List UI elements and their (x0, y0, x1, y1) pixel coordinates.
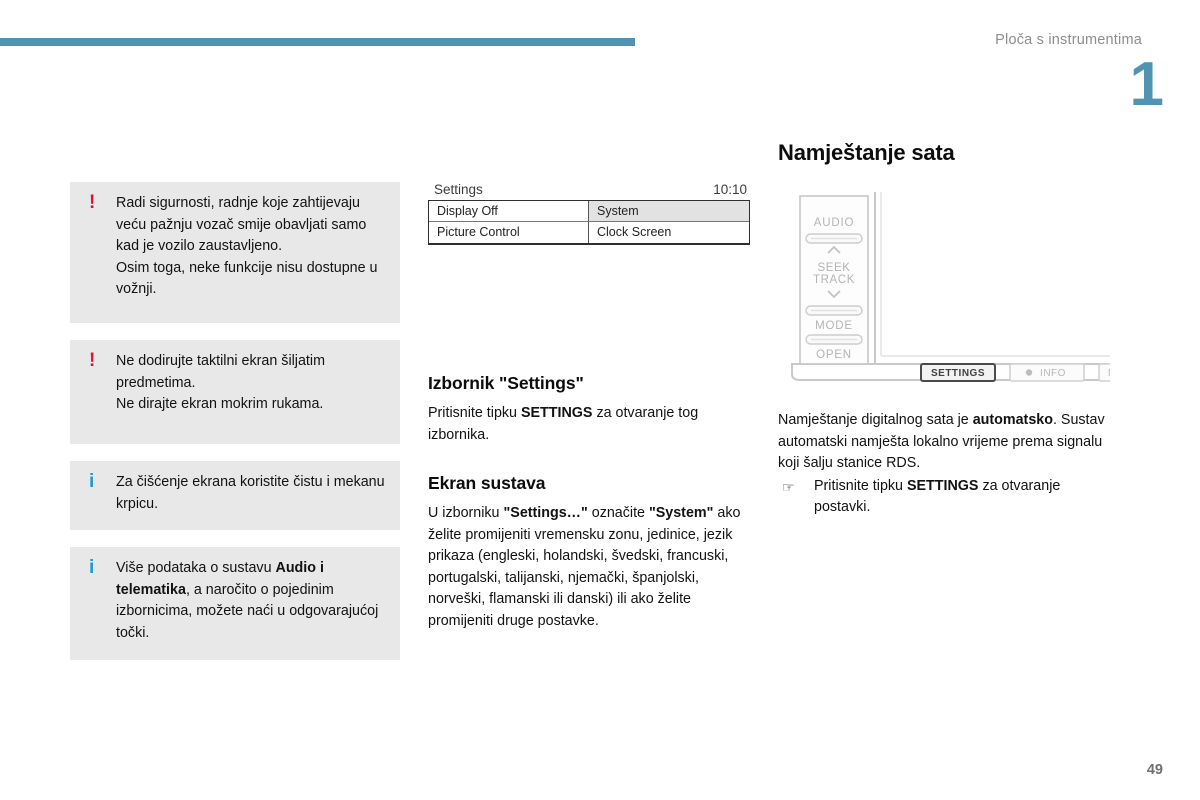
callout-line-2: Osim toga, neke funkcije nisu dostupne u… (116, 259, 378, 298)
settings-screen-grid: Display Off System Picture Control Clock… (428, 200, 750, 245)
settings-cell-clock-screen[interactable]: Clock Screen (589, 222, 749, 243)
body-text-pre: Namještanje digitalnog sata je (778, 412, 973, 428)
body-text-post: ako želite promijeniti vremensku zonu, j… (428, 505, 741, 629)
callout-text: Više podataka o sustavu Audio i telemati… (116, 558, 386, 644)
right-column: Namještanje sata AUDIO SEEK TRACK MODE O… (778, 140, 1110, 519)
bullet-text-pre: Pritisnite tipku (814, 477, 907, 494)
body-text-emphasis: automatsko (972, 412, 1053, 428)
settings-screen-figure: Settings 10:10 Display Off System Pictur… (428, 182, 750, 245)
section-body: U izborniku "Settings…" označite "System… (428, 503, 750, 632)
callout-warning-driving: ! Radi sigurnosti, radnje koje zahtijeva… (70, 182, 400, 323)
svg-text:INFO: INFO (1040, 368, 1066, 379)
body-text-pre: Pritisnite tipku (428, 405, 521, 421)
warning-icon: ! (89, 350, 96, 371)
audio-unit-illustration: AUDIO SEEK TRACK MODE OPEN SETTINGS INFO (778, 188, 1110, 384)
section-ekran-sustava: Ekran sustava U izborniku "Settings…" oz… (428, 473, 750, 632)
svg-text:TRACK: TRACK (813, 274, 855, 286)
callout-text: Ne dodirujte taktilni ekran šiljatim pre… (116, 351, 386, 416)
section-izbornik-settings: Izbornik "Settings" Pritisnite tipku SET… (428, 373, 750, 446)
left-column: ! Radi sigurnosti, radnje koje zahtijeva… (70, 182, 400, 677)
callout-text: Radi sigurnosti, radnje koje zahtijevaju… (116, 193, 386, 301)
bullet-text-emphasis: SETTINGS (906, 477, 979, 494)
page-header-title: Ploča s instrumentima (995, 32, 1142, 48)
body-text-emphasis-1: "Settings…" (503, 505, 588, 521)
settings-screen-title: Settings (434, 182, 483, 197)
body-text-emphasis-2: "System" (648, 505, 714, 521)
settings-screen-clock: 10:10 (713, 182, 747, 197)
settings-cell-display-off[interactable]: Display Off (429, 201, 589, 222)
settings-cell-system[interactable]: System (589, 201, 749, 222)
info-icon: i (89, 471, 95, 492)
callout-warning-touchscreen: ! Ne dodirujte taktilni ekran šiljatim p… (70, 340, 400, 444)
svg-text:SEEK: SEEK (817, 262, 850, 274)
svg-text:SETTINGS: SETTINGS (931, 368, 985, 379)
callout-line-1: Ne dodirujte taktilni ekran šiljatim pre… (116, 353, 325, 391)
bullet-text: Pritisnite tipku SETTINGS za otvaranje p… (814, 478, 1060, 516)
callout-info-cleaning: i Za čišćenje ekrana koristite čistu i m… (70, 461, 400, 530)
svg-text:OPEN: OPEN (816, 349, 852, 361)
header-accent-bar (0, 38, 635, 46)
clock-setting-paragraph: Namještanje digitalnog sata je automatsk… (778, 410, 1110, 475)
middle-column: Settings 10:10 Display Off System Pictur… (428, 182, 750, 632)
svg-text:N: N (1108, 368, 1110, 379)
svg-text:MODE: MODE (815, 320, 853, 332)
manual-page: Ploča s instrumentima 1 ! Radi sigurnost… (0, 0, 1200, 800)
section-body: Pritisnite tipku SETTINGS za otvaranje t… (428, 403, 750, 446)
settings-cell-picture-control[interactable]: Picture Control (429, 222, 589, 243)
section-heading: Ekran sustava (428, 473, 546, 493)
body-text-pre: U izborniku (428, 505, 504, 521)
callout-text: Za čišćenje ekrana koristite čistu i mek… (116, 474, 385, 512)
settings-screen-topbar: Settings 10:10 (428, 182, 750, 200)
clock-setting-bullet: ☞ Pritisnite tipku SETTINGS za otvaranje… (778, 476, 1110, 519)
body-text-emphasis: SETTINGS (520, 405, 593, 421)
callout-text-pre: Više podataka o sustavu (116, 560, 276, 576)
callout-line-2: Ne dirajte ekran mokrim rukama. (116, 396, 324, 412)
info-icon: i (89, 557, 95, 578)
callout-info-audio-telematics: i Više podataka o sustavu Audio i telema… (70, 547, 400, 660)
chapter-number: 1 (1129, 50, 1165, 119)
section-heading: Izbornik "Settings" (428, 373, 584, 393)
warning-icon: ! (89, 192, 96, 213)
clock-setting-body: Namještanje digitalnog sata je automatsk… (778, 410, 1110, 519)
callout-line-1: Radi sigurnosti, radnje koje zahtijevaju… (116, 195, 367, 254)
section-heading-clock-setting: Namještanje sata (778, 140, 955, 165)
body-text-mid: označite (587, 505, 649, 521)
pointing-hand-icon: ☞ (782, 478, 795, 495)
page-number: 49 (1146, 762, 1163, 778)
svg-text:AUDIO: AUDIO (814, 217, 854, 229)
